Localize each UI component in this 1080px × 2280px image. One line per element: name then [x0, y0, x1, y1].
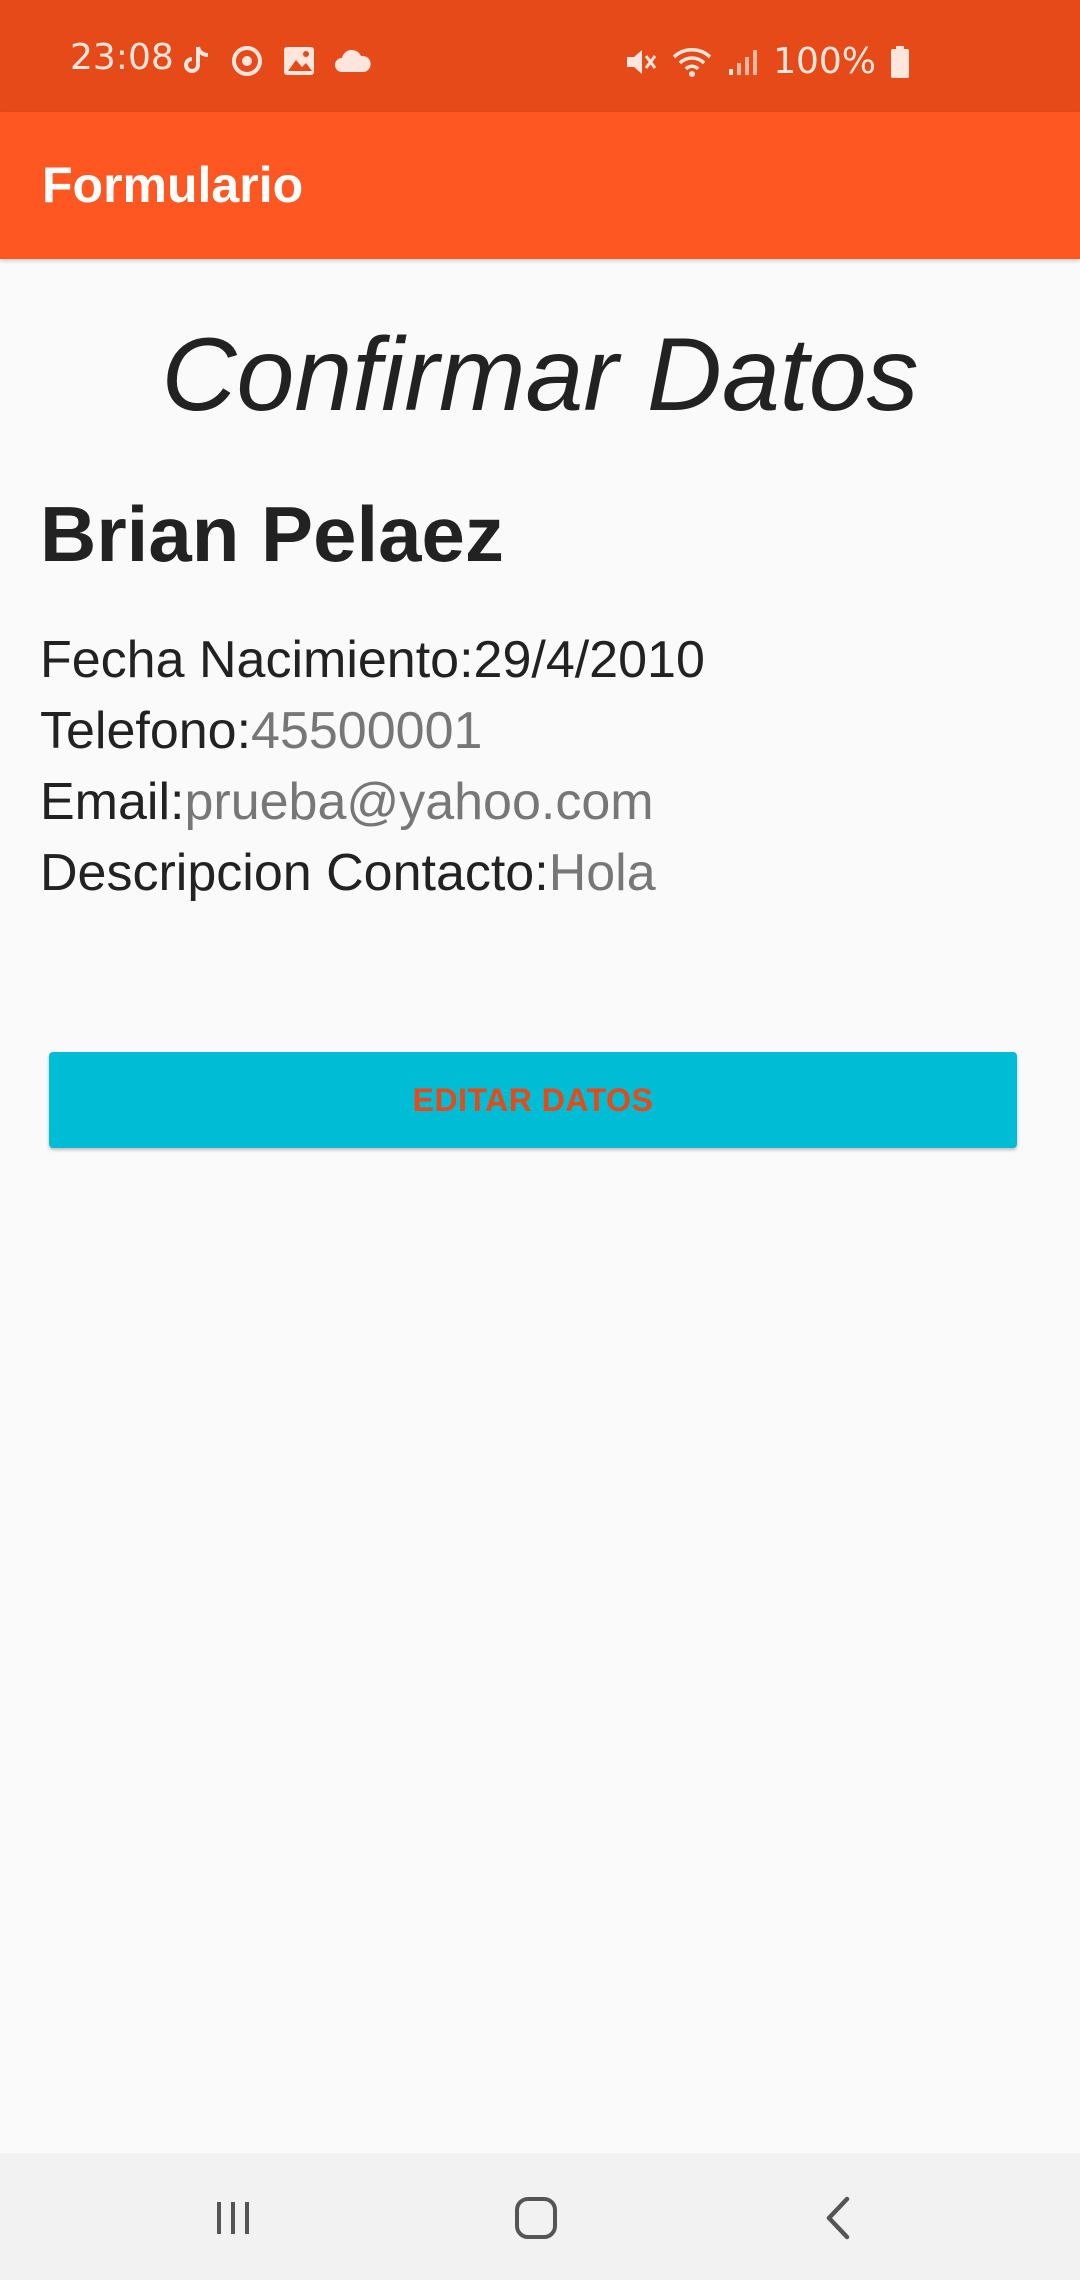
- recent-apps-button[interactable]: [193, 2183, 273, 2253]
- mute-icon: [623, 45, 657, 79]
- back-icon: [823, 2195, 853, 2241]
- app-title: Formulario: [42, 157, 304, 213]
- gallery-icon: [282, 45, 316, 77]
- edit-data-button[interactable]: EDITAR DATOS: [49, 1052, 1017, 1148]
- status-bar: 23:08 100%: [0, 0, 1080, 112]
- phone-row: Telefono:45500001: [40, 705, 482, 757]
- recent-apps-icon: [211, 2198, 255, 2238]
- tiktok-icon: [182, 44, 212, 78]
- home-button[interactable]: [496, 2183, 576, 2253]
- wifi-icon: [671, 45, 713, 79]
- email-label: Email:: [40, 773, 185, 831]
- contact-name: Brian Pelaez: [40, 490, 504, 578]
- notification-icons: [182, 44, 372, 78]
- home-icon: [513, 2195, 559, 2241]
- description-value: Hola: [548, 844, 656, 902]
- email-value: prueba@yahoo.com: [184, 773, 654, 831]
- phone-label: Telefono:: [40, 702, 252, 760]
- cloud-icon: [334, 48, 372, 74]
- status-time: 23:08: [70, 37, 174, 78]
- battery-icon: [890, 45, 910, 79]
- navigation-bar: [0, 2153, 1080, 2280]
- birth-date-row: Fecha Nacimiento:29/4/2010: [40, 634, 705, 686]
- description-label: Descripcion Contacto:: [40, 844, 549, 902]
- app-bar: Formulario: [0, 112, 1080, 259]
- signal-icon: [727, 47, 759, 77]
- back-button[interactable]: [798, 2183, 878, 2253]
- page-title: Confirmar Datos: [161, 317, 919, 433]
- birth-date-value: 29/4/2010: [473, 631, 705, 689]
- description-row: Descripcion Contacto:Hola: [40, 847, 656, 899]
- email-row: Email:prueba@yahoo.com: [40, 776, 654, 828]
- sync-icon: [230, 44, 264, 78]
- birth-date-label: Fecha Nacimiento:: [40, 631, 474, 689]
- phone-value: 45500001: [251, 702, 483, 760]
- battery-percentage: 100%: [773, 41, 876, 82]
- system-status-icons: 100%: [623, 44, 910, 80]
